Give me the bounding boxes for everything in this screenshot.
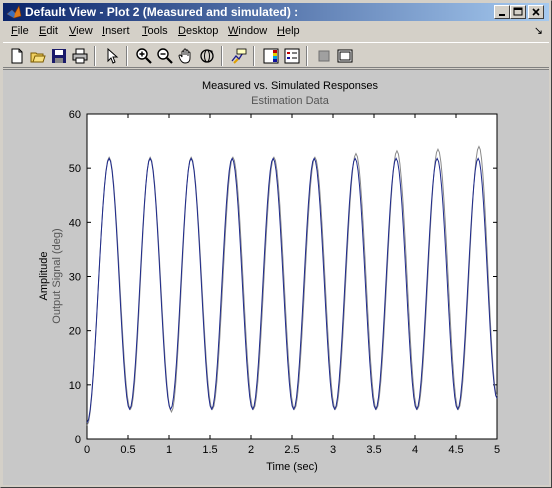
rotate-3d-icon [200,49,214,63]
x-tick-label: 3 [330,444,336,456]
figure-toolbar [3,42,549,68]
zoom-in-button[interactable] [134,46,154,66]
legend-icon [284,48,300,64]
new-figure-icon [11,48,23,64]
window-title: Default View - Plot 2 (Measured and simu… [25,5,299,19]
data-cursor-icon [231,48,247,64]
minimize-button[interactable] [494,5,510,19]
colorbar-button[interactable] [261,46,281,66]
close-icon [532,8,540,16]
new-figure-button[interactable] [7,46,27,66]
hide-plot-tools-icon [318,50,330,62]
print-icon [72,48,88,64]
save-icon [52,49,66,63]
figure-window: Default View - Plot 2 (Measured and simu… [0,0,552,488]
y-tick-label: 30 [69,272,81,284]
minimize-icon [499,14,505,16]
legend-button[interactable] [282,46,302,66]
title-bar[interactable]: Default View - Plot 2 (Measured and simu… [3,3,549,21]
y-tick-label: 0 [75,434,81,446]
matlab-logo-icon [6,5,22,19]
show-plot-tools-button[interactable] [335,46,355,66]
x-tick-label: 2 [248,444,254,456]
edit-plot-button[interactable] [102,46,122,66]
hide-plot-tools-button[interactable] [314,46,334,66]
zoom-out-icon [157,48,173,64]
zoom-in-icon [136,48,152,64]
plot-axes-svg[interactable]: Measured vs. Simulated Responses Estimat… [3,70,549,486]
y-tick-label: 60 [69,109,81,121]
menu-insert[interactable]: Insert [102,25,130,37]
x-tick-label: 4 [412,444,418,456]
menu-tools[interactable]: Tools [142,25,168,37]
toolbar-separator [221,46,223,66]
toolbar-separator [253,46,255,66]
show-plot-tools-icon [337,49,353,63]
save-button[interactable] [49,46,69,66]
x-axis-label: Time (sec) [266,461,318,473]
menu-file[interactable]: File [11,25,29,37]
menu-desktop[interactable]: Desktop [178,25,218,37]
data-cursor-button[interactable] [229,46,249,66]
chart-subtitle: Estimation Data [251,95,330,107]
y-tick-label: 10 [69,380,81,392]
menu-edit[interactable]: Edit [39,25,58,37]
menu-bar: File Edit View Insert Tools Desktop Wind… [3,22,549,41]
menu-view[interactable]: View [69,25,93,37]
close-button[interactable] [528,5,544,19]
dock-arrow-icon[interactable]: ↘ [534,24,543,37]
figure-canvas: Measured vs. Simulated Responses Estimat… [3,69,549,485]
menu-help[interactable]: Help [277,25,300,37]
maximize-button[interactable] [510,5,526,19]
x-tick-label: 4.5 [448,444,463,456]
toolbar-separator [306,46,308,66]
menu-window[interactable]: Window [228,25,267,37]
open-file-icon [30,52,46,63]
y-axis-label: Amplitude [38,252,50,301]
rotate-3d-button[interactable] [197,46,217,66]
open-file-button[interactable] [28,46,48,66]
edit-plot-arrow-icon [107,48,119,64]
toolbar-separator [126,46,128,66]
colorbar-icon [263,48,279,64]
print-button[interactable] [70,46,90,66]
pan-hand-icon [178,48,191,64]
x-tick-label: 0.5 [120,444,135,456]
x-tick-label: 5 [494,444,500,456]
x-tick-label: 1 [166,444,172,456]
y-tick-label: 40 [69,217,81,229]
toolbar-separator [94,46,96,66]
zoom-out-button[interactable] [155,46,175,66]
x-tick-label: 3.5 [366,444,381,456]
chart-title: Measured vs. Simulated Responses [202,80,379,92]
y-axis-sublabel: Output Signal (deg) [51,228,63,323]
y-tick-label: 20 [69,326,81,338]
y-tick-label: 50 [69,163,81,175]
x-tick-label: 2.5 [284,444,299,456]
maximize-icon [513,7,523,16]
x-tick-label: 0 [84,444,90,456]
pan-button[interactable] [176,46,196,66]
x-tick-label: 1.5 [202,444,217,456]
